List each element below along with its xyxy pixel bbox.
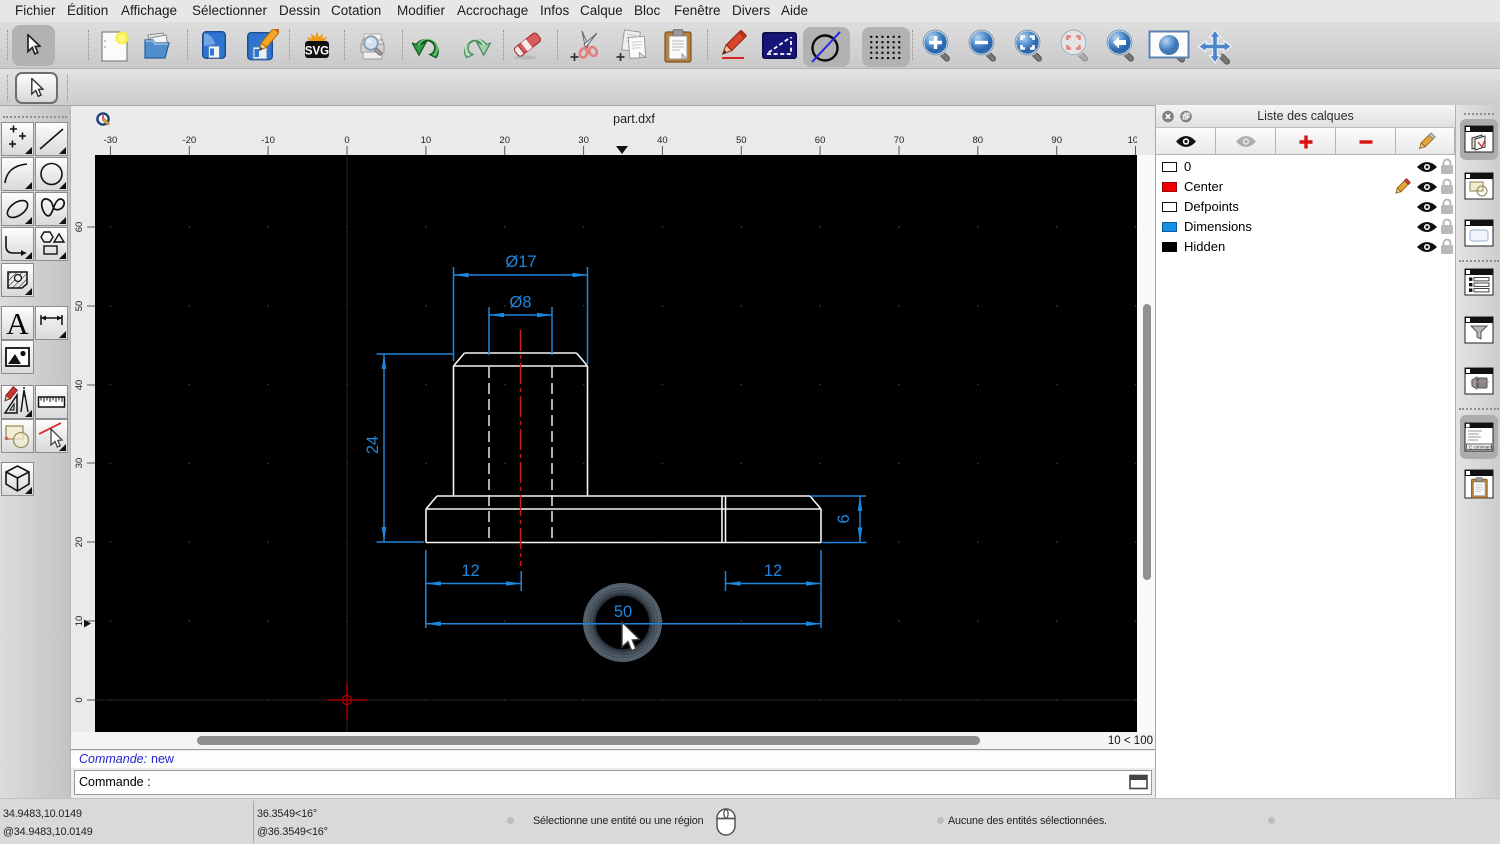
svg-text:Ø17: Ø17 [505, 253, 536, 271]
svg-text:40: 40 [657, 135, 668, 146]
svg-text:-20: -20 [182, 135, 196, 146]
svg-text:-30: -30 [104, 135, 118, 146]
svg-text:SVG: SVG [305, 46, 329, 58]
svg-text:10: 10 [421, 135, 432, 146]
svg-text:6: 6 [835, 514, 853, 523]
svg-text:C command: C command [1469, 445, 1494, 450]
svg-text:Ø8: Ø8 [509, 294, 531, 312]
svg-text:20: 20 [499, 135, 510, 146]
svg-text:24: 24 [364, 436, 382, 454]
svg-text:40: 40 [74, 380, 85, 391]
svg-text:-10: -10 [261, 135, 275, 146]
svg-text:60: 60 [74, 222, 85, 233]
svg-text:12: 12 [764, 562, 782, 580]
svg-text:10: 10 [74, 616, 85, 627]
svg-text:0: 0 [344, 135, 349, 146]
svg-text:80: 80 [973, 135, 984, 146]
svg-text:12: 12 [461, 562, 479, 580]
svg-text:100: 100 [1128, 135, 1137, 146]
svg-text:20: 20 [74, 537, 85, 548]
svg-text:50: 50 [736, 135, 747, 146]
svg-text:70: 70 [894, 135, 905, 146]
svg-text:60: 60 [815, 135, 826, 146]
svg-text:50: 50 [614, 603, 632, 621]
svg-text:30: 30 [578, 135, 589, 146]
svg-text:0: 0 [74, 697, 85, 702]
svg-text:90: 90 [1051, 135, 1062, 146]
svg-text:50: 50 [74, 301, 85, 312]
svg-text:30: 30 [74, 458, 85, 469]
svg-text:A: A [6, 307, 29, 339]
